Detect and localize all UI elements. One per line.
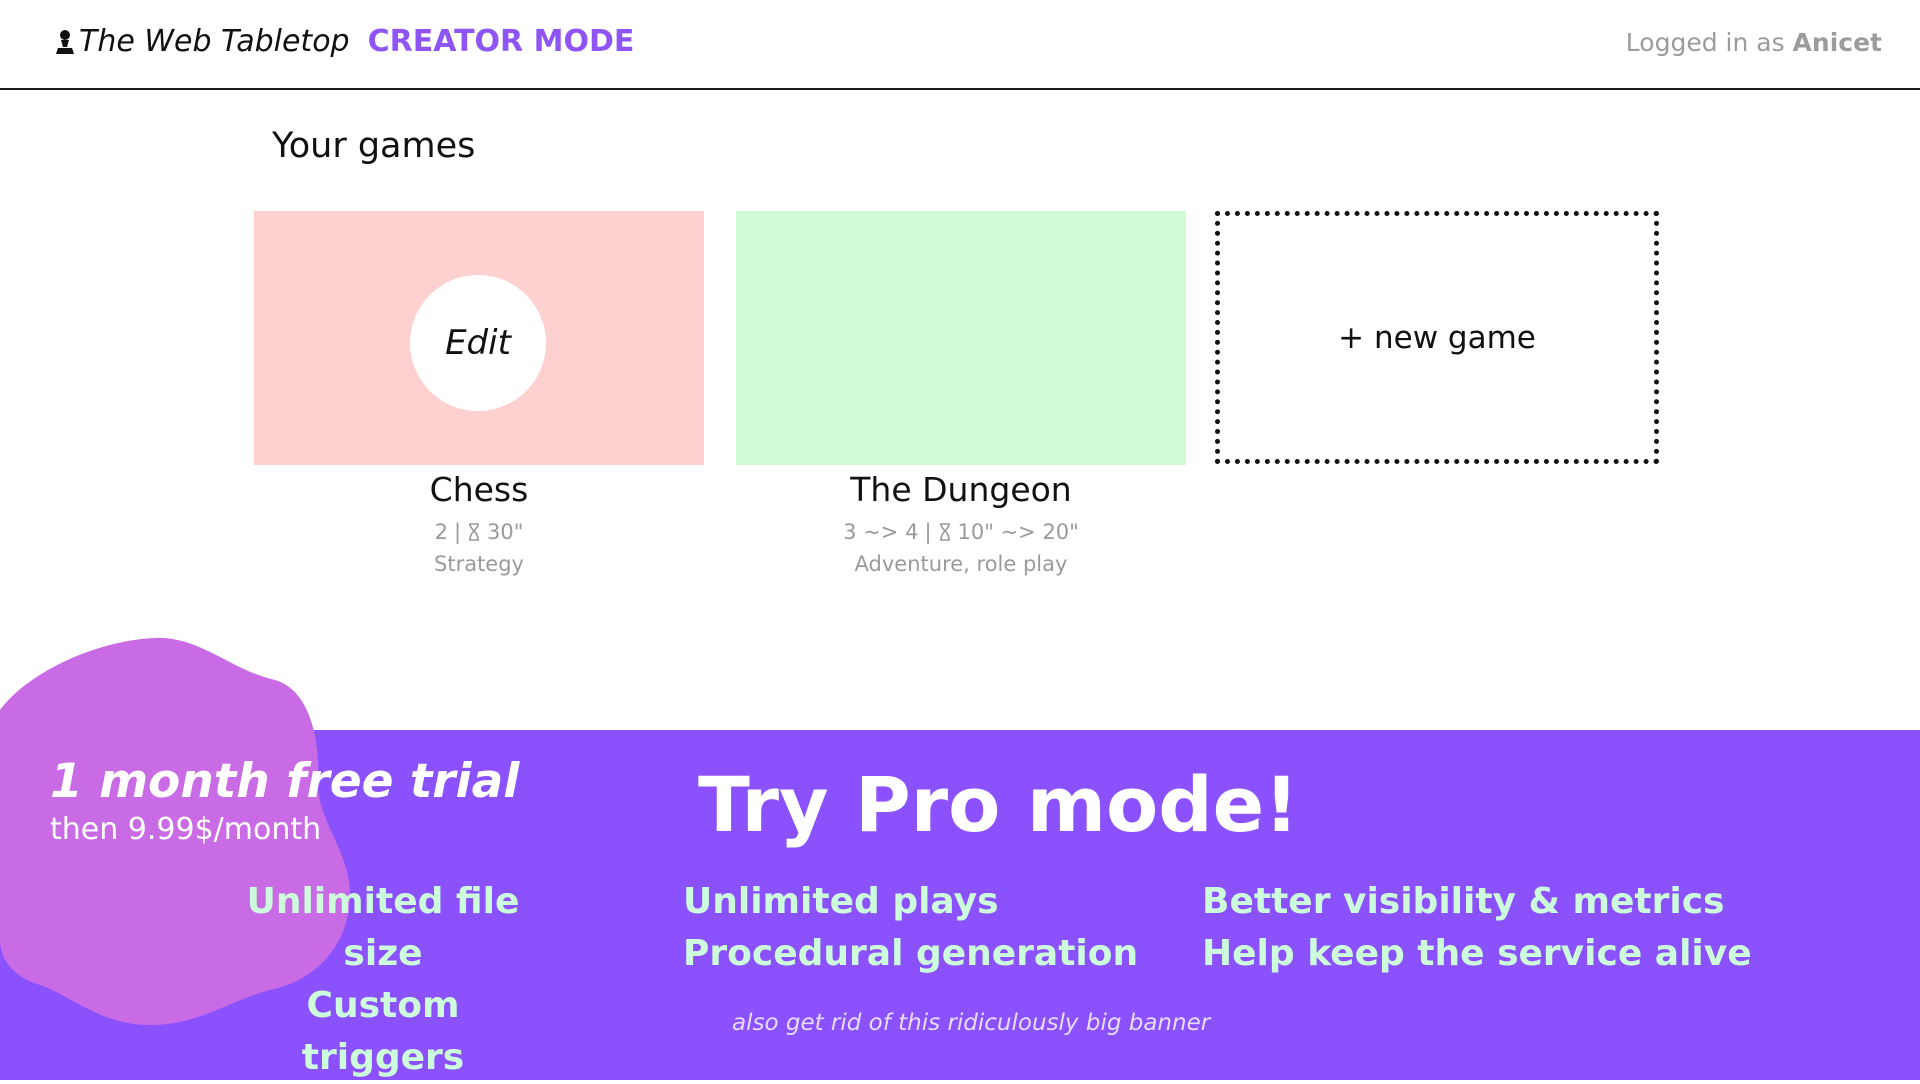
feature-item: Unlimited file size [246, 881, 520, 974]
game-meta: 3 ~> 4 | 10" ~> 20" [736, 520, 1186, 544]
feature-item: Help keep the service alive [1202, 933, 1752, 974]
trial-title: 1 month free trial [50, 754, 520, 809]
mode-label: CREATOR MODE [367, 24, 635, 59]
meta-separator: | [924, 520, 932, 544]
game-tags: Strategy [434, 552, 524, 576]
feature-column-2: Unlimited plays Procedural generation [683, 876, 1138, 980]
meta-separator: | [453, 520, 462, 544]
username[interactable]: Anicet [1793, 28, 1882, 57]
play-duration: 10" ~> 20" [957, 520, 1079, 544]
section-title: Your games [272, 126, 476, 166]
game-info-dungeon: The Dungeon 3 ~> 4 | 10" ~> 20" Adventure,… [736, 470, 1186, 576]
play-duration: 30" [487, 520, 524, 544]
edit-button[interactable]: Edit [410, 275, 546, 411]
game-tags: Adventure, role play [854, 552, 1068, 576]
top-bar: The Web Tabletop CREATOR MODE Logged in … [0, 0, 1920, 90]
game-card-chess[interactable]: Edit [254, 211, 704, 465]
game-card-dungeon[interactable] [736, 211, 1186, 465]
feature-item: Procedural generation [683, 933, 1139, 974]
new-game-label: + new game [1338, 319, 1536, 356]
banner-footnote: also get rid of this ridiculously big ba… [732, 1010, 1211, 1036]
app-name: The Web Tabletop [79, 24, 350, 59]
pawn-icon [56, 29, 74, 54]
login-status: Logged in as Anicet [1626, 28, 1882, 57]
player-count: 3 ~> 4 [843, 520, 919, 544]
game-title: The Dungeon [850, 470, 1072, 509]
game-info-chess: Chess 2 | 30" Strategy [254, 470, 704, 576]
player-count: 2 [434, 520, 448, 544]
new-game-button[interactable]: + new game [1215, 211, 1659, 464]
login-prefix: Logged in as [1625, 28, 1793, 57]
game-meta: 2 | 30" [254, 520, 704, 544]
feature-column-1: Unlimited file size Custom triggers [223, 876, 543, 1084]
trial-price: then 9.99$/month [50, 812, 322, 847]
hourglass-icon [939, 523, 950, 541]
game-title: Chess [429, 470, 529, 509]
trial-offer: 1 month free trial then 9.99$/month [50, 754, 519, 847]
feature-column-3: Better visibility & metrics Help keep th… [1202, 876, 1752, 980]
hourglass-icon [469, 523, 480, 541]
feature-item: Custom triggers [301, 985, 465, 1078]
feature-item: Unlimited plays [683, 881, 999, 922]
pro-headline[interactable]: Try Pro mode! [698, 760, 1299, 849]
feature-item: Better visibility & metrics [1202, 881, 1725, 922]
brand[interactable]: The Web Tabletop CREATOR MODE [54, 24, 634, 59]
